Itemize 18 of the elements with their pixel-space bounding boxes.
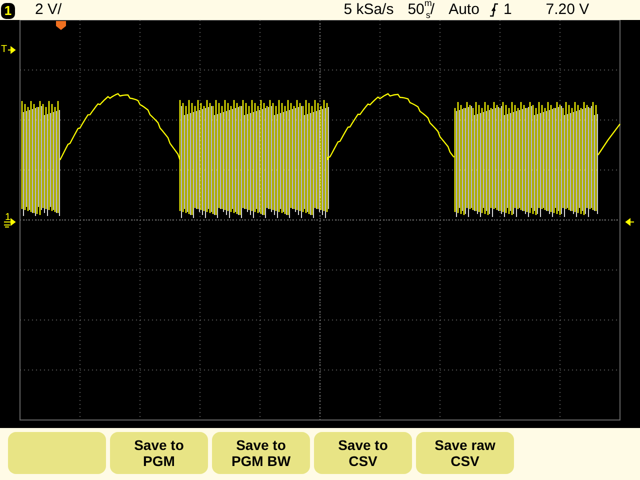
sample-rate: 5 kSa/s [344, 0, 394, 20]
trigger-level: 7.20 V [546, 0, 590, 20]
ground-marker: 1 [5, 213, 11, 223]
trigger-mode: Auto [448, 0, 480, 20]
rising-edge-icon [489, 3, 500, 17]
softkey-button[interactable]: Save to PGM [110, 432, 208, 474]
softkey-button[interactable]: Save raw CSV [416, 432, 514, 474]
vertical-scale: 2 V/ [35, 0, 62, 20]
channel-badge: 1 [1, 3, 15, 19]
softkey-button[interactable]: Save to CSV [314, 432, 412, 474]
trigger-level-arrow [8, 46, 16, 54]
softkey-button[interactable] [8, 432, 106, 474]
trigger-marker: T [1, 45, 8, 55]
softkey-button[interactable]: Save to PGM BW [212, 432, 310, 474]
timebase: 50$^{m}$$_{s}$/ [408, 0, 435, 20]
trigger-source: 1 [503, 0, 512, 20]
ground-arrow [4, 218, 16, 228]
level-arrow [625, 218, 634, 226]
